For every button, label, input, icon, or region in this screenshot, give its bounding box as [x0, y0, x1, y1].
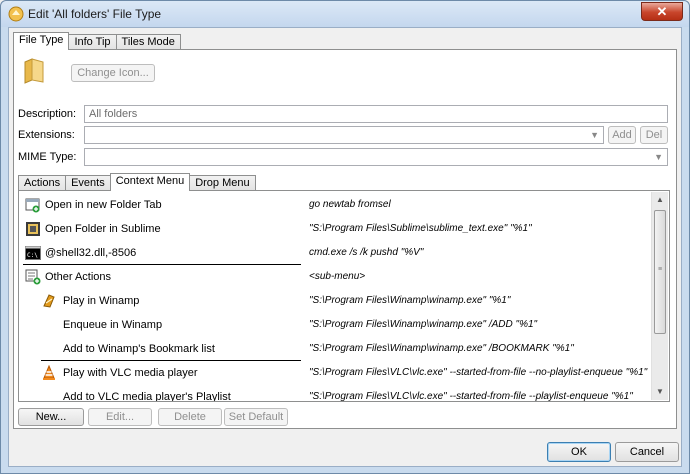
delete-extension-button[interactable]: Del [640, 126, 668, 144]
mime-type-dropdown[interactable]: ▼ [84, 148, 668, 166]
list-item[interactable]: Add to VLC media player's Playlist "S:\P… [21, 385, 649, 401]
list-item[interactable]: Open Folder in Sublime "S:\Program Files… [21, 217, 649, 241]
tab-tiles-mode[interactable]: Tiles Mode [115, 34, 181, 50]
item-command: "S:\Program Files\Winamp\winamp.exe" "%1… [309, 295, 511, 306]
item-command: cmd.exe /s /k pushd "%V" [309, 247, 424, 258]
vertical-scrollbar[interactable]: ▲ ≡ ▼ [651, 192, 668, 400]
scroll-down-icon[interactable]: ▼ [652, 384, 668, 400]
list-item[interactable]: Add to Winamp's Bookmark list "S:\Progra… [21, 337, 649, 361]
chevron-down-icon[interactable]: ▼ [590, 127, 599, 143]
list-item[interactable]: C:\ @shell32.dll,-8506 cmd.exe /s /k pus… [21, 241, 649, 265]
vlc-icon [43, 365, 55, 380]
item-name: Other Actions [45, 271, 112, 283]
item-name: Add to Winamp's Bookmark list [63, 343, 215, 355]
ok-button[interactable]: OK [547, 442, 611, 462]
app-icon [8, 6, 24, 22]
item-name: Enqueue in Winamp [63, 319, 163, 331]
close-button[interactable]: ✕ [641, 2, 683, 21]
mime-type-label: MIME Type: [18, 151, 77, 163]
item-name: Add to VLC media player's Playlist [63, 391, 231, 401]
chevron-down-icon[interactable]: ▼ [654, 149, 663, 165]
item-command: "S:\Program Files\VLC\vlc.exe" --started… [309, 391, 633, 401]
item-name: Play in Winamp [63, 295, 140, 307]
item-name: @shell32.dll,-8506 [45, 247, 137, 259]
submenu-icon [25, 269, 41, 285]
item-command: "S:\Program Files\Sublime\sublime_text.e… [309, 223, 532, 234]
tab-drop-menu[interactable]: Drop Menu [189, 175, 256, 191]
winamp-icon [43, 294, 55, 308]
title-bar[interactable]: Edit 'All folders' File Type ✕ [1, 1, 689, 27]
dialog-client: File Type Info Tip Tiles Mode Change Ico… [8, 27, 682, 467]
description-field[interactable]: All folders [84, 105, 668, 123]
context-menu-list: Open in new Folder Tab go newtab fromsel… [18, 190, 670, 402]
list-item[interactable]: Other Actions <sub-menu> [21, 265, 649, 289]
list-item[interactable]: Open in new Folder Tab go newtab fromsel [21, 193, 649, 217]
context-menu-items: Open in new Folder Tab go newtab fromsel… [21, 193, 649, 401]
tab-file-type[interactable]: File Type [13, 32, 70, 50]
inner-tab-strip: Actions Events Context Menu Drop Menu [18, 173, 256, 191]
sublime-icon [26, 222, 40, 236]
scrollbar-thumb[interactable]: ≡ [654, 210, 666, 334]
console-icon: C:\ [25, 246, 41, 260]
item-command: "S:\Program Files\VLC\vlc.exe" --started… [309, 367, 648, 378]
cancel-button[interactable]: Cancel [615, 442, 679, 462]
item-command: go newtab fromsel [309, 199, 391, 210]
tab-actions[interactable]: Actions [18, 175, 67, 191]
description-label: Description: [18, 108, 77, 120]
edit-button[interactable]: Edit... [88, 408, 152, 426]
item-command: <sub-menu> [309, 271, 366, 282]
change-icon-button[interactable]: Change Icon... [71, 64, 155, 82]
new-tab-icon [25, 198, 40, 213]
grip-icon: ≡ [658, 266, 663, 273]
tab-info-tip[interactable]: Info Tip [68, 34, 117, 50]
list-item[interactable]: Enqueue in Winamp "S:\Program Files\Wina… [21, 313, 649, 337]
item-command: "S:\Program Files\Winamp\winamp.exe" /BO… [309, 343, 574, 354]
window-title: Edit 'All folders' File Type [28, 7, 162, 21]
item-name: Open Folder in Sublime [45, 223, 161, 235]
extensions-dropdown[interactable]: ▼ [84, 126, 604, 144]
add-extension-button[interactable]: Add [608, 126, 636, 144]
folder-icon [24, 58, 44, 84]
top-tab-strip: File Type Info Tip Tiles Mode [13, 32, 181, 50]
item-name: Play with VLC media player [63, 367, 198, 379]
tab-events[interactable]: Events [65, 175, 111, 191]
scroll-up-icon[interactable]: ▲ [652, 192, 668, 208]
delete-button[interactable]: Delete [158, 408, 222, 426]
item-command: "S:\Program Files\Winamp\winamp.exe" /AD… [309, 319, 538, 330]
extensions-label: Extensions: [18, 129, 75, 141]
svg-text:C:\: C:\ [27, 252, 38, 259]
item-name: Open in new Folder Tab [45, 199, 162, 211]
dialog-window: Edit 'All folders' File Type ✕ File Type… [0, 0, 690, 474]
file-type-panel: Change Icon... Description: All folders … [13, 49, 677, 429]
tab-context-menu[interactable]: Context Menu [109, 173, 191, 191]
set-default-button[interactable]: Set Default [224, 408, 288, 426]
list-item[interactable]: Play with VLC media player "S:\Program F… [21, 361, 649, 385]
new-button[interactable]: New... [18, 408, 84, 426]
list-item[interactable]: Play in Winamp "S:\Program Files\Winamp\… [21, 289, 649, 313]
